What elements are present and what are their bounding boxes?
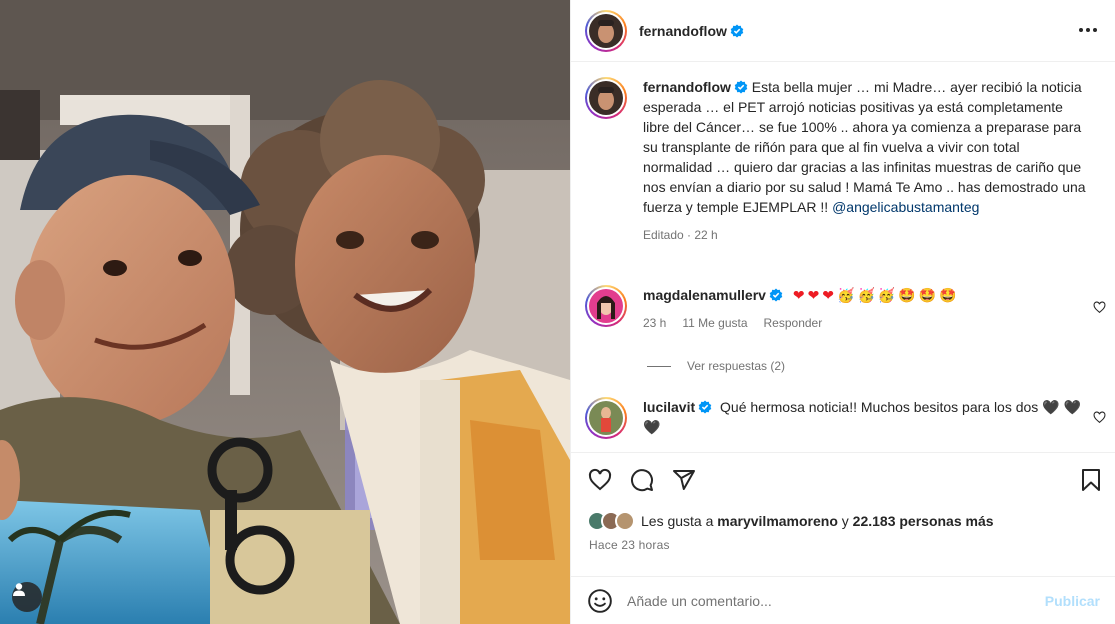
author-avatar[interactable] — [585, 9, 627, 52]
post-timestamp[interactable]: Hace 23 horas — [589, 538, 670, 552]
commenter-avatar[interactable] — [585, 285, 627, 327]
comment-item: magdalenamullerv ❤ ❤ ❤ 🥳 🥳 🥳 🤩 🤩 🤩 23 h 11 Me gu… — [585, 285, 1083, 333]
likes-connector: y — [841, 513, 849, 529]
replies-divider-line — [647, 365, 671, 367]
edited-time[interactable]: 22 h — [694, 228, 717, 242]
liker-avatars — [587, 511, 635, 531]
liker-username[interactable]: maryvilmamoreno — [717, 513, 838, 529]
view-replies-label: Ver respuestas (2) — [687, 359, 786, 373]
comments-list[interactable]: fernandoflow Esta bella mujer … mi Madre… — [571, 63, 1115, 451]
comment-item: lucilavit Qué hermosa noticia!! Muchos b… — [585, 397, 1083, 439]
comment-bubble-icon[interactable] — [629, 467, 655, 493]
likes-summary[interactable]: Les gusta a maryvilmamoreno y 22.183 per… — [587, 511, 994, 531]
red-heart-emoji: ❤ — [807, 287, 820, 303]
likes-prefix: Les gusta a — [641, 513, 714, 529]
comment-likes-count[interactable]: 11 Me gusta — [682, 313, 747, 333]
like-comment-heart-icon[interactable] — [1093, 301, 1106, 314]
star-struck-emoji: 🤩 — [939, 287, 957, 303]
view-replies-button[interactable]: Ver respuestas (2) — [647, 359, 785, 373]
edited-label: Editado — [643, 228, 684, 242]
post-side-panel: fernandoflow fernandoflow Esta bella muj… — [570, 0, 1115, 624]
post-photo[interactable] — [0, 0, 570, 624]
verified-badge-icon — [698, 400, 712, 414]
caption-text: Esta bella mujer … mi Madre… ayer recibi… — [643, 79, 1086, 215]
verified-badge-icon — [769, 288, 783, 302]
avatar-image — [589, 289, 623, 323]
save-bookmark-icon[interactable] — [1078, 467, 1104, 493]
post-header: fernandoflow — [571, 0, 1115, 62]
partying-face-emoji: 🥳 — [837, 287, 855, 303]
add-comment-bar: Publicar — [571, 576, 1115, 624]
avatar-image — [589, 13, 623, 48]
like-comment-heart-icon[interactable] — [1093, 411, 1106, 424]
tagged-users-button[interactable] — [12, 582, 42, 612]
post-actions: Les gusta a maryvilmamoreno y 22.183 per… — [571, 452, 1115, 576]
comment-username[interactable]: lucilavit — [643, 399, 695, 415]
like-heart-icon[interactable] — [587, 467, 613, 493]
likes-others-count[interactable]: 22.183 personas más — [853, 513, 994, 529]
post-caption: fernandoflow Esta bella mujer … mi Madre… — [585, 77, 1087, 245]
user-icon — [13, 583, 25, 596]
photo-illustration — [0, 0, 570, 624]
caption-username[interactable]: fernandoflow — [643, 79, 731, 95]
author-username[interactable]: fernandoflow — [639, 23, 727, 39]
liker-avatar — [615, 511, 635, 531]
comment-username[interactable]: magdalenamullerv — [643, 287, 766, 303]
partying-face-emoji: 🥳 — [877, 287, 896, 303]
red-heart-emoji: ❤ — [792, 287, 805, 303]
commenter-avatar[interactable] — [585, 397, 627, 439]
star-struck-emoji: 🤩 — [918, 287, 937, 303]
avatar-image — [589, 81, 623, 115]
verified-badge-icon — [730, 24, 744, 37]
emoji-picker-icon[interactable] — [587, 588, 613, 614]
more-options-icon[interactable] — [1077, 19, 1099, 41]
share-send-icon[interactable] — [671, 467, 697, 493]
comment-time[interactable]: 23 h — [643, 313, 666, 333]
comment-input[interactable] — [627, 592, 1045, 609]
red-heart-emoji: ❤ — [822, 287, 835, 303]
comment-meta: 23 h 11 Me gusta Responder — [643, 313, 1083, 333]
caption-meta: Editado · 22 h — [643, 228, 718, 242]
post-comment-button[interactable]: Publicar — [1045, 593, 1100, 609]
reply-button[interactable]: Responder — [764, 313, 823, 333]
caption-author-avatar[interactable] — [585, 77, 627, 119]
caption-mention-link[interactable]: @angelicabustamanteg — [832, 199, 979, 215]
star-struck-emoji: 🤩 — [898, 287, 916, 303]
avatar-image — [589, 401, 623, 435]
partying-face-emoji: 🥳 — [857, 287, 875, 303]
comment-emojis: ❤ ❤ ❤ 🥳 🥳 🥳 🤩 🤩 🤩 — [793, 287, 960, 303]
verified-badge-icon — [734, 80, 748, 94]
